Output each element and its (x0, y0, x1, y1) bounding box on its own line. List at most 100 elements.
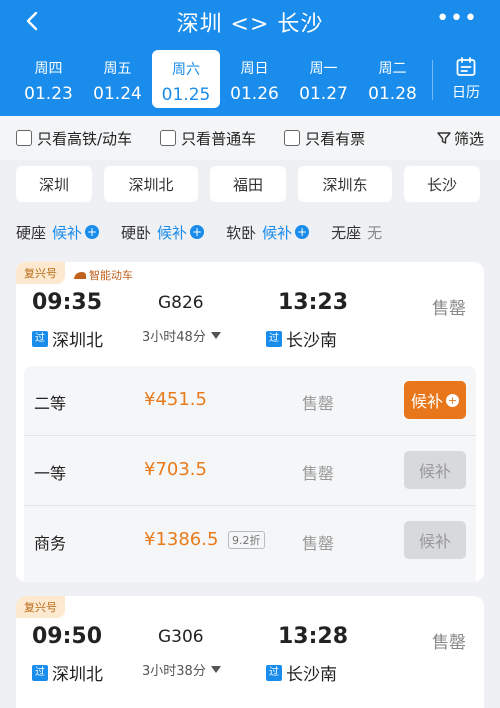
plus-icon: + (295, 225, 310, 239)
discount-badge: 9.2折 (228, 531, 265, 549)
normal-train-checkbox[interactable]: 只看普通车 (160, 128, 256, 149)
plus-icon: + (85, 225, 100, 239)
sold-out-status: 售罄 (432, 633, 466, 653)
pass-through-icon: 过 (266, 330, 282, 347)
date-tab-selected[interactable]: 周六 01.25 (152, 50, 220, 108)
filter-bar: 只看高铁/动车 只看普通车 只看有票 筛选 (0, 116, 500, 160)
seat-status: 候补 (157, 223, 188, 242)
station-chip[interactable]: 深圳东 (298, 166, 392, 202)
date-value: 01.26 (230, 84, 279, 104)
waitlist-button-disabled[interactable]: 候补 (404, 451, 466, 489)
seat-status: 售罄 (302, 464, 335, 483)
station-chip[interactable]: 深圳北 (104, 166, 198, 202)
seat-summary-hard-sleeper[interactable]: 硬卧 候补 + (121, 222, 205, 243)
calendar-icon (456, 57, 476, 76)
more-options-icon[interactable]: ••• (436, 6, 478, 31)
route-title[interactable]: 深圳 <> 长沙 (0, 6, 500, 38)
high-speed-checkbox[interactable]: 只看高铁/动车 (16, 128, 132, 149)
duration-text: 3小时48分 (142, 330, 206, 345)
station-name: 长沙南 (286, 665, 337, 685)
seat-status: 无 (367, 223, 383, 242)
pass-through-icon: 过 (266, 664, 282, 681)
seat-label: 无座 (331, 223, 362, 242)
date-value: 01.28 (368, 84, 417, 104)
train-tag: 复兴号 (16, 596, 65, 618)
date-weekday: 周二 (378, 61, 407, 77)
date-weekday: 周日 (240, 61, 269, 77)
date-tab[interactable]: 周日 01.26 (220, 50, 289, 108)
seat-status: 售罄 (302, 534, 335, 553)
seat-summary-soft-sleeper[interactable]: 软卧 候补 + (226, 222, 310, 243)
seat-status: 售罄 (302, 394, 335, 413)
waitlist-button[interactable]: 候补 + (404, 381, 466, 419)
date-weekday: 周一 (309, 61, 338, 77)
duration-toggle[interactable]: 3小时38分 (142, 660, 221, 679)
filter-label: 只看有票 (305, 129, 366, 148)
seat-row: 一等 ¥703.5 售罄 候补 (24, 436, 476, 506)
plus-icon: + (190, 225, 205, 239)
arrival-station: 过长沙南 (266, 660, 337, 685)
date-selector: 周四 01.23 周五 01.24 周六 01.25 周日 01.26 周一 01.27 … (14, 50, 428, 108)
duration-text: 3小时38分 (142, 664, 206, 679)
station-name: 深圳北 (52, 331, 103, 351)
station-chip[interactable]: 深圳 (16, 166, 92, 202)
train-tags: 复兴号 智能动车 (16, 262, 484, 284)
seat-price: ¥703.5 (144, 459, 207, 480)
station-name: 长沙南 (286, 331, 337, 351)
seat-options: 二等 ¥451.5 售罄 候补 + 一等 ¥703.5 售罄 候补 商务 ¥138… (24, 366, 476, 582)
top-header: 深圳 <> 长沙 ••• 周四 01.23 周五 01.24 周六 01.25 周日 0… (0, 0, 500, 116)
calendar-label: 日历 (452, 85, 480, 101)
departure-station: 过深圳北 (32, 660, 103, 685)
departure-time: 09:35 (32, 290, 103, 315)
date-value: 01.25 (161, 85, 211, 105)
train-tag: 智能动车 (65, 262, 141, 284)
filter-icon (437, 132, 451, 144)
seat-summary-hard-seat[interactable]: 硬座 候补 + (16, 222, 100, 243)
seat-label: 软卧 (226, 223, 257, 242)
seat-row: 商务 ¥1386.5 9.2折 售罄 候补 (24, 506, 476, 576)
station-chip[interactable]: 长沙 (404, 166, 480, 202)
date-tab[interactable]: 周二 01.28 (358, 50, 427, 108)
seat-summary-no-seat: 无座无 (331, 222, 382, 243)
train-summary: 09:50 G306 13:28 售罄 过深圳北 3小时38分 过长沙南 (16, 618, 484, 700)
button-label: 候补 (410, 392, 443, 411)
date-tab[interactable]: 周四 01.23 (14, 50, 83, 108)
date-weekday: 周五 (103, 61, 132, 77)
arrival-station: 过长沙南 (266, 326, 337, 351)
sold-out-status: 售罄 (432, 299, 466, 319)
seat-label: 硬座 (16, 223, 47, 242)
pass-through-icon: 过 (32, 330, 48, 347)
filter-button[interactable]: 筛选 (437, 128, 484, 149)
seat-label: 硬卧 (121, 223, 152, 242)
seat-row: 二等 ¥451.5 售罄 候补 + (24, 366, 476, 436)
duration-toggle[interactable]: 3小时48分 (142, 326, 221, 345)
filter-label: 只看高铁/动车 (37, 129, 133, 148)
filter-label: 只看普通车 (181, 129, 257, 148)
date-tab[interactable]: 周一 01.27 (289, 50, 358, 108)
waitlist-button-disabled[interactable]: 候补 (404, 521, 466, 559)
seat-type-summary: 硬座 候补 + 硬卧 候补 + 软卧 候补 + 无座无 (0, 212, 500, 252)
date-value: 01.23 (24, 84, 73, 104)
divider (432, 60, 433, 100)
departure-time: 09:50 (32, 624, 103, 649)
filter-label: 筛选 (453, 129, 484, 148)
train-card[interactable]: 复兴号 09:50 G306 13:28 售罄 过深圳北 3小时38分 过长沙南 (16, 596, 484, 708)
station-chip[interactable]: 福田 (210, 166, 286, 202)
seat-price: ¥451.5 (144, 389, 207, 410)
date-tab[interactable]: 周五 01.24 (83, 50, 152, 108)
seat-class: 二等 (34, 394, 67, 413)
train-card[interactable]: 复兴号 智能动车 09:35 G826 13:23 售罄 过深圳北 3小时48分… (16, 262, 484, 582)
train-number: G306 (158, 627, 204, 647)
calendar-button[interactable]: 日历 (446, 52, 486, 102)
date-weekday: 周六 (172, 62, 200, 78)
seat-class: 商务 (34, 534, 67, 553)
seat-status: 候补 (52, 223, 83, 242)
station-name: 深圳北 (52, 665, 103, 685)
train-icon (74, 271, 86, 279)
caret-down-icon (210, 331, 221, 339)
arrival-time: 13:23 (278, 290, 349, 315)
pass-through-icon: 过 (32, 664, 48, 681)
available-only-checkbox[interactable]: 只看有票 (284, 128, 365, 149)
arrival-time: 13:28 (278, 624, 349, 649)
train-summary: 09:35 G826 13:23 售罄 过深圳北 3小时48分 过长沙南 (16, 284, 484, 366)
